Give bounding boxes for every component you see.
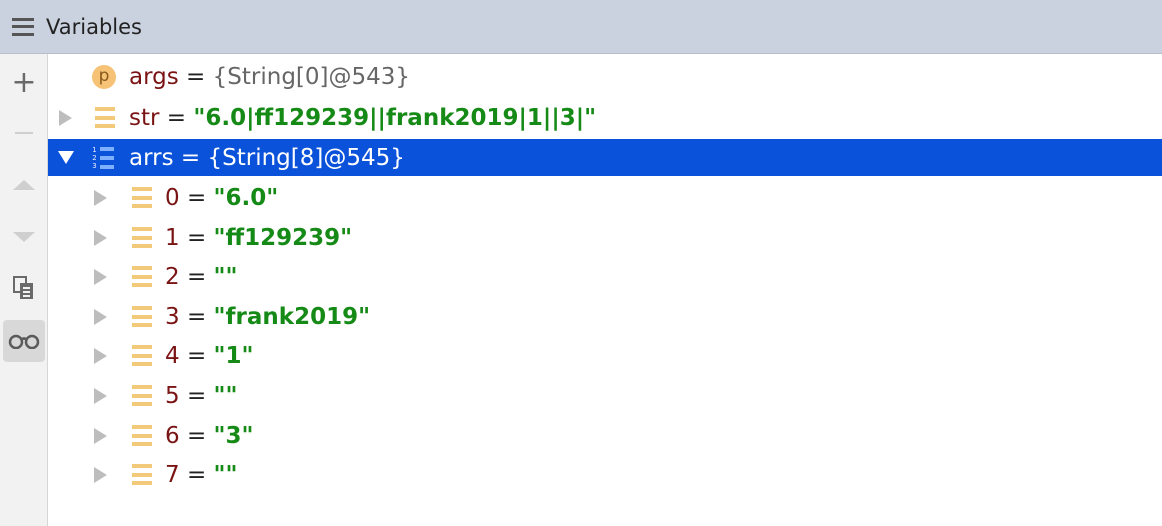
array-item-row-1[interactable]: 1 = "ff129239" [48, 218, 1162, 257]
equals-sign: = [186, 422, 207, 449]
equals-sign: = [166, 104, 187, 131]
array-value: "ff129239" [213, 224, 353, 251]
array-item-row-6[interactable]: 6 = "3" [48, 416, 1162, 455]
array-index: 5 [165, 382, 180, 409]
variable-row-str[interactable]: str = "6.0|ff129239||frank2019|1||3|" [48, 98, 1162, 137]
equals-sign: = [186, 263, 207, 290]
array-value: "6.0" [213, 184, 279, 211]
variable-text: 7 = "" [165, 462, 238, 488]
array-index: 4 [165, 342, 180, 369]
variable-text: 3 = "frank2019" [165, 304, 370, 330]
array-index: 2 [165, 263, 180, 290]
variable-text: str = "6.0|ff129239||frank2019|1||3|" [129, 105, 596, 131]
array-index: 3 [165, 303, 180, 330]
variables-panel-header: Variables [0, 0, 1162, 54]
field-icon [95, 107, 115, 128]
move-down-icon[interactable] [3, 216, 45, 258]
array-item-row-3[interactable]: 3 = "frank2019" [48, 297, 1162, 336]
variable-value: "6.0|ff129239||frank2019|1||3|" [193, 104, 597, 131]
variable-name: args [129, 63, 179, 90]
variable-row-args[interactable]: p args = {String[0]@543} [48, 57, 1162, 96]
move-up-icon[interactable] [3, 164, 45, 206]
variable-value: {String[0]@543} [212, 63, 411, 90]
equals-sign: = [186, 184, 207, 211]
variables-toolbar: + [0, 54, 48, 526]
array-value: "" [213, 263, 238, 290]
equals-sign: = [180, 144, 201, 171]
variable-text: arrs = {String[8]@545} [129, 145, 405, 171]
array-index: 0 [165, 184, 180, 211]
variable-text: 4 = "1" [165, 343, 254, 369]
menu-icon[interactable] [12, 17, 34, 36]
variable-text: 2 = "" [165, 264, 238, 290]
collapse-arrow-icon[interactable] [58, 151, 74, 164]
field-icon [132, 266, 152, 287]
array-item-row-7[interactable]: 7 = "" [48, 455, 1162, 494]
expand-arrow-icon[interactable] [94, 229, 107, 246]
variable-text: 5 = "" [165, 383, 238, 409]
array-item-row-2[interactable]: 2 = "" [48, 257, 1162, 296]
variable-text: 1 = "ff129239" [165, 225, 352, 251]
equals-sign: = [186, 224, 207, 251]
variable-text: 0 = "6.0" [165, 185, 278, 211]
field-icon [132, 345, 152, 366]
variable-row-arrs[interactable]: 123 arrs = {String[8]@545} [48, 139, 1162, 176]
copy-icon[interactable] [3, 267, 45, 309]
equals-sign: = [186, 63, 206, 90]
array-item-row-5[interactable]: 5 = "" [48, 376, 1162, 415]
field-icon [132, 187, 152, 208]
array-item-row-4[interactable]: 4 = "1" [48, 336, 1162, 375]
array-index: 1 [165, 224, 180, 251]
panel-title: Variables [46, 14, 142, 39]
expand-arrow-icon[interactable] [94, 387, 107, 404]
field-icon [132, 227, 152, 248]
variable-name: str [129, 104, 160, 131]
field-icon [132, 306, 152, 327]
array-value: "1" [213, 342, 254, 369]
expand-arrow-icon[interactable] [94, 189, 107, 206]
array-value: "frank2019" [213, 303, 371, 330]
variable-text: 6 = "3" [165, 423, 254, 449]
expand-arrow-icon[interactable] [59, 109, 72, 126]
equals-sign: = [186, 342, 207, 369]
expand-arrow-icon[interactable] [94, 268, 107, 285]
parameter-icon: p [92, 64, 116, 89]
field-icon [132, 385, 152, 406]
array-value: "" [213, 382, 238, 409]
field-icon [132, 464, 152, 485]
array-index: 6 [165, 422, 180, 449]
watch-glasses-icon[interactable] [3, 320, 45, 362]
expand-arrow-icon[interactable] [94, 308, 107, 325]
array-item-row-0[interactable]: 0 = "6.0" [48, 178, 1162, 217]
expand-arrow-icon[interactable] [94, 347, 107, 364]
array-icon: 123 [90, 146, 116, 170]
equals-sign: = [186, 303, 207, 330]
array-index: 7 [165, 461, 180, 488]
array-value: "3" [213, 422, 254, 449]
expand-arrow-icon[interactable] [94, 427, 107, 444]
variable-text: args = {String[0]@543} [129, 64, 410, 90]
add-icon[interactable]: + [3, 62, 45, 104]
variable-value: {String[8]@545} [207, 144, 405, 171]
field-icon [132, 425, 152, 446]
remove-icon[interactable] [3, 112, 45, 154]
equals-sign: = [186, 461, 207, 488]
array-value: "" [213, 461, 238, 488]
expand-arrow-icon[interactable] [94, 466, 107, 483]
equals-sign: = [186, 382, 207, 409]
variable-name: arrs [129, 144, 174, 171]
